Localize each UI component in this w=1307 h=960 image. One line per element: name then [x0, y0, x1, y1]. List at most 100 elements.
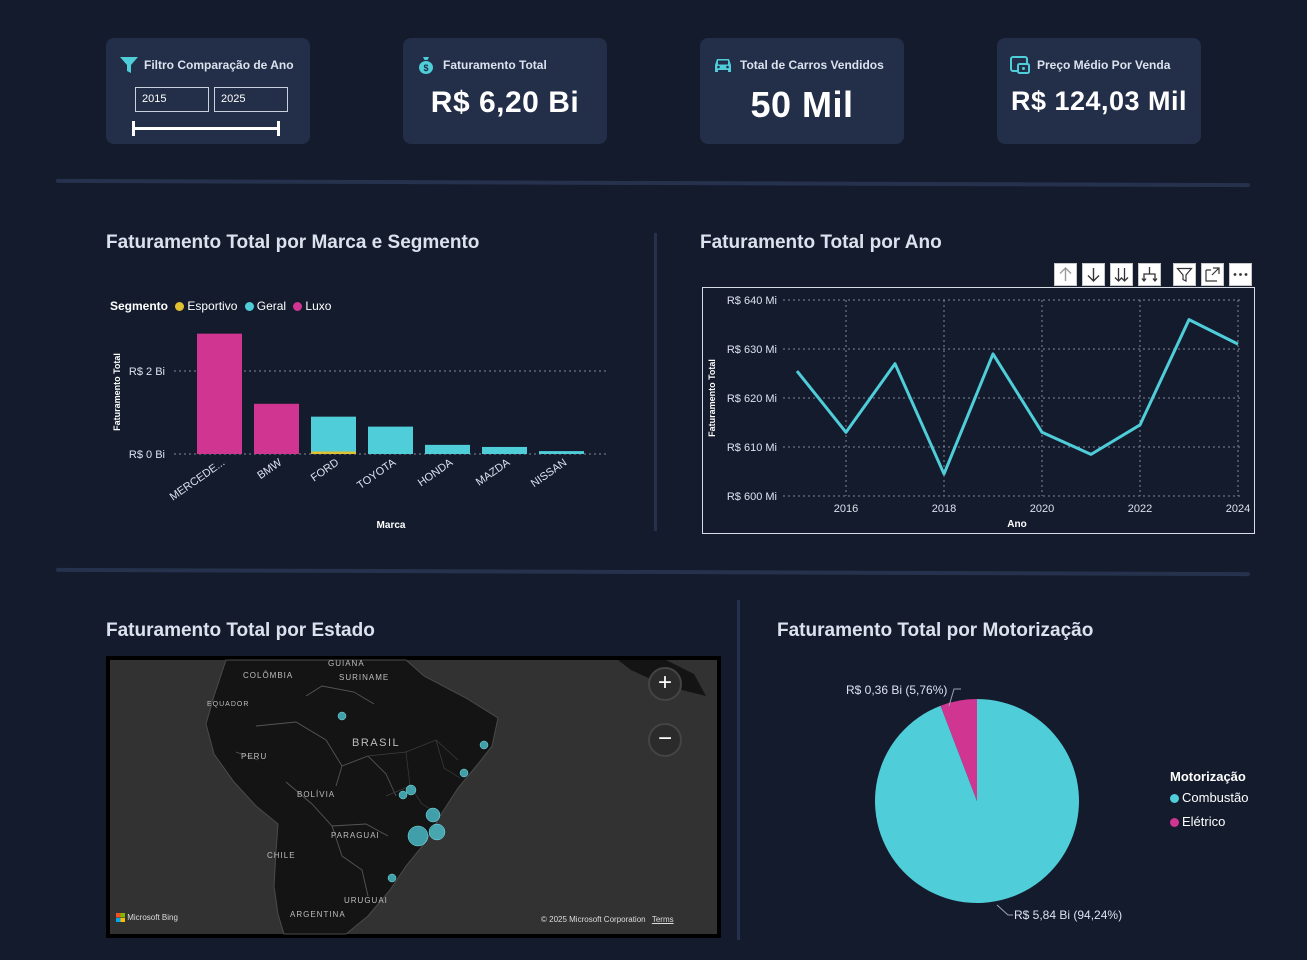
drill-down-button[interactable]	[1082, 263, 1105, 286]
map-state-bubble	[428, 823, 446, 841]
bar-chart: R$ 0 Bi R$ 2 Bi MERCEDE... BMW FORD TOYOTA HO…	[112, 333, 606, 531]
minus-icon: −	[657, 725, 672, 752]
next-level-button[interactable]	[1110, 263, 1133, 286]
year-slider-track[interactable]	[134, 127, 280, 130]
legend-dot-esportivo	[175, 302, 185, 312]
legend-dot-electric	[1170, 818, 1179, 828]
pie-leader-combustion	[996, 904, 1013, 916]
map-state-bubble	[479, 740, 489, 750]
map-label-guiana: GUIANA	[328, 659, 365, 668]
line-x-tick-label: 2022	[1128, 503, 1152, 515]
pie-chart	[875, 688, 1079, 916]
arrow-up-icon	[1059, 267, 1072, 281]
funnel-icon	[120, 57, 138, 73]
year-slider-start-handle[interactable]	[132, 121, 135, 136]
line-chart: R$ 600 Mi R$ 610 Mi R$ 620 Mi R$ 630 Mi R$ 6…	[707, 295, 1250, 530]
map-state-bubble	[398, 790, 408, 800]
pie-legend: Motorização Combustão Elétrico	[1170, 769, 1248, 829]
bar-x-tick-label: MAZDA	[474, 456, 513, 488]
year-start-input[interactable]: 2015	[135, 87, 209, 112]
year-end-input[interactable]: 2025	[214, 87, 288, 112]
cars-card: Total de Carros Vendidos 50 Mil	[700, 38, 904, 144]
bar-y-tick-label: R$ 0 Bi	[129, 449, 165, 461]
filter-button[interactable]	[1173, 263, 1196, 286]
map-label-equador: EQUADOR	[207, 701, 250, 708]
bar-esportivo	[311, 451, 356, 454]
line-x-ticks: 2016 2018 2020 2022 2024	[834, 503, 1250, 515]
revenue-card: $ Faturamento Total R$ 6,20 Bi	[403, 38, 607, 144]
divider-top	[55, 178, 1251, 188]
legend-dot-combustion	[1170, 794, 1179, 804]
terms-link[interactable]: Terms	[652, 915, 674, 924]
line-y-axis-label: Faturamento Total	[707, 359, 717, 437]
avg-price-title: Preço Médio Por Venda	[1037, 58, 1171, 72]
line-x-axis-label: Ano	[1007, 519, 1026, 530]
pie-chart-title: Faturamento Total por Motorização	[777, 620, 1094, 641]
filter-title: Filtro Comparação de Ano	[144, 58, 294, 72]
map-state-bubble	[407, 825, 429, 847]
map-label-paraguai: PARAGUAI	[331, 831, 380, 840]
bar-geral	[539, 451, 584, 454]
focus-mode-button[interactable]	[1201, 263, 1224, 286]
line-x-tick-label: 2024	[1226, 503, 1250, 515]
line-chart-title: Faturamento Total por Ano	[700, 232, 942, 253]
line-x-tick-label: 2020	[1030, 503, 1054, 515]
arrow-down-icon	[1087, 268, 1100, 282]
money-bag-icon: $	[419, 57, 433, 74]
map-label-colombia: COLÔMBIA	[243, 671, 294, 680]
filter-icon	[1176, 267, 1193, 282]
drill-up-button[interactable]	[1054, 263, 1077, 286]
expand-hierarchy-button[interactable]	[1138, 263, 1161, 286]
map-label-peru: PERU	[241, 752, 268, 761]
bar-geral	[368, 426, 413, 454]
double-arrow-down-icon	[1114, 268, 1129, 282]
line-y-tick-label: R$ 600 Mi	[727, 491, 777, 503]
microsoft-logo-icon	[116, 913, 125, 923]
map-label-bolivia: BOLÍVIA	[297, 790, 336, 799]
map-copyright: © 2025 Microsoft Corporation Terms	[541, 915, 674, 924]
car-icon	[715, 59, 731, 72]
bar-x-tick-label: HONDA	[416, 456, 456, 489]
divider-middle-top	[654, 233, 657, 531]
map-state-bubble	[405, 784, 417, 796]
bar-x-tick-label: MERCEDE...	[168, 457, 227, 504]
line-gridlines	[783, 299, 1242, 497]
pie-legend-combustion[interactable]: Combustão	[1170, 790, 1248, 805]
bar-y-ticks: R$ 0 Bi R$ 2 Bi	[129, 366, 165, 461]
expand-hierarchy-icon	[1141, 267, 1158, 283]
bar-x-tick-label: FORD	[309, 457, 341, 485]
bar-x-tick-label: BMW	[255, 456, 284, 482]
more-options-button[interactable]	[1229, 263, 1252, 286]
line-y-tick-label: R$ 620 Mi	[727, 393, 777, 405]
pie-legend-title: Motorização	[1170, 769, 1246, 784]
pie-legend-combustion-label: Combustão	[1182, 790, 1249, 805]
avg-price-value: R$ 124,03 Mil	[1010, 86, 1188, 116]
bar-geral	[482, 446, 527, 454]
line-y-tick-label: R$ 610 Mi	[727, 442, 777, 454]
legend-esportivo[interactable]: Esportivo	[187, 299, 237, 313]
map-state-bubble	[387, 873, 397, 883]
line-y-tick-label: R$ 630 Mi	[727, 344, 777, 356]
filter-card: Filtro Comparação de Ano 2015 2025	[106, 38, 310, 144]
year-slider-end-handle[interactable]	[277, 121, 280, 136]
line-x-tick-label: 2018	[932, 503, 956, 515]
map-container[interactable]: GUIANA COLÔMBIA SURINAME EQUADOR BRASIL …	[106, 656, 721, 938]
cars-title: Total de Carros Vendidos	[740, 58, 884, 72]
map-title: Faturamento Total por Estado	[106, 620, 375, 641]
zoom-out-button[interactable]: −	[648, 723, 682, 757]
bar-y-tick-label: R$ 2 Bi	[129, 366, 165, 378]
map-canvas[interactable]	[106, 656, 721, 938]
map-label-brasil: BRASIL	[352, 737, 401, 749]
legend-luxo[interactable]: Luxo	[305, 299, 331, 313]
bar-luxo	[197, 333, 242, 454]
bar-chart-title: Faturamento Total por Marca e Segmento	[106, 232, 480, 253]
bar-x-tick-label: TOYOTA	[355, 456, 399, 492]
legend-geral[interactable]: Geral	[257, 299, 286, 313]
price-tag-icon	[1010, 56, 1030, 74]
pie-legend-electric[interactable]: Elétrico	[1170, 814, 1248, 829]
bar-luxo	[254, 403, 299, 454]
avg-price-card: Preço Médio Por Venda R$ 124,03 Mil	[997, 38, 1201, 144]
map-label-chile: CHILE	[267, 851, 296, 860]
divider-middle-bottom	[737, 600, 740, 940]
zoom-in-button[interactable]: +	[648, 667, 682, 701]
